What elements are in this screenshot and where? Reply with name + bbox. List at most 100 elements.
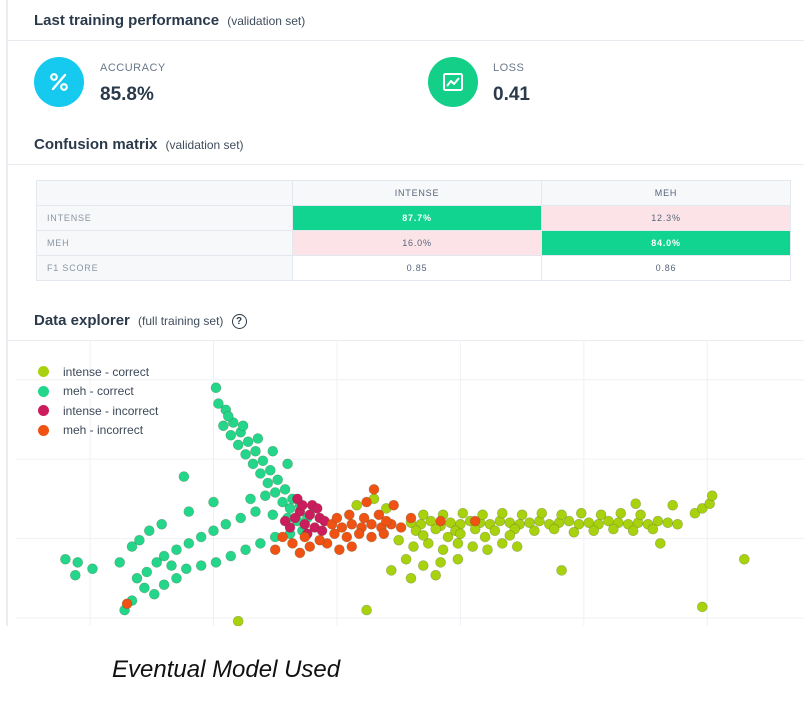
scatter-point[interactable]: [131, 573, 143, 584]
scatter-point[interactable]: [255, 538, 266, 549]
scatter-point[interactable]: [595, 509, 607, 521]
scatter-point[interactable]: [181, 563, 192, 575]
scatter-point[interactable]: [615, 507, 627, 519]
scatter-point[interactable]: [287, 538, 298, 549]
scatter-point[interactable]: [496, 538, 508, 549]
scatter-point[interactable]: [183, 506, 195, 517]
scatter-point[interactable]: [575, 507, 587, 519]
scatter-point[interactable]: [235, 512, 246, 524]
scatter-point[interactable]: [151, 557, 162, 568]
scatter-point[interactable]: [218, 420, 229, 432]
scatter-point[interactable]: [435, 515, 446, 527]
scatter-point[interactable]: [289, 512, 301, 524]
scatter-point[interactable]: [395, 522, 407, 533]
scatter-point[interactable]: [346, 541, 358, 552]
scatter-point[interactable]: [252, 433, 264, 444]
question-circle-icon[interactable]: ?: [231, 314, 247, 329]
scatter-point[interactable]: [292, 493, 303, 505]
scatter-point[interactable]: [588, 525, 600, 536]
scatter-point[interactable]: [242, 436, 254, 447]
scatter-point[interactable]: [139, 582, 150, 594]
scatter-point[interactable]: [247, 458, 259, 470]
scatter-point[interactable]: [245, 493, 256, 505]
scatter-point[interactable]: [647, 523, 659, 535]
scatter-point[interactable]: [361, 496, 372, 508]
scatter-point[interactable]: [672, 519, 683, 530]
scatter-point[interactable]: [482, 544, 493, 555]
scatter-point[interactable]: [329, 528, 340, 540]
scatter-point[interactable]: [87, 563, 98, 575]
scatter-point[interactable]: [738, 554, 750, 565]
scatter-point[interactable]: [608, 523, 619, 535]
scatter-point[interactable]: [277, 531, 288, 543]
scatter-point[interactable]: [435, 557, 446, 568]
scatter-point[interactable]: [269, 544, 281, 555]
scatter-point[interactable]: [630, 498, 642, 509]
scatter-point[interactable]: [144, 525, 155, 536]
scatter-point[interactable]: [299, 519, 311, 530]
scatter-point[interactable]: [240, 449, 251, 460]
legend-item[interactable]: intense - correct: [38, 362, 158, 382]
scatter-point[interactable]: [380, 515, 392, 527]
scatter-point[interactable]: [141, 566, 153, 578]
scatter-point[interactable]: [304, 541, 316, 552]
scatter-point[interactable]: [378, 528, 390, 540]
scatter-point[interactable]: [208, 525, 219, 536]
scatter-point[interactable]: [225, 430, 237, 441]
legend-item[interactable]: meh - incorrect: [38, 421, 158, 441]
scatter-point[interactable]: [331, 512, 343, 524]
scatter-point[interactable]: [455, 528, 466, 540]
scatter-point[interactable]: [195, 560, 207, 571]
scatter-point[interactable]: [267, 509, 279, 521]
scatter-point[interactable]: [178, 471, 190, 482]
scatter-point[interactable]: [171, 573, 182, 584]
scatter-point[interactable]: [358, 512, 370, 524]
scatter-point[interactable]: [556, 565, 567, 576]
scatter-point[interactable]: [393, 534, 405, 546]
scatter-point[interactable]: [489, 525, 501, 536]
scatter-point[interactable]: [351, 499, 363, 511]
scatter-point[interactable]: [496, 507, 508, 519]
scatter-point[interactable]: [667, 499, 679, 511]
scatter-point[interactable]: [156, 519, 167, 530]
scatter-point[interactable]: [232, 615, 244, 626]
scatter-point[interactable]: [279, 515, 291, 527]
scatter-point[interactable]: [408, 541, 419, 552]
scatter-point[interactable]: [405, 573, 417, 584]
scatter-point[interactable]: [269, 487, 281, 498]
scatter-point[interactable]: [250, 506, 261, 517]
scatter-point[interactable]: [134, 534, 145, 546]
scatter-point[interactable]: [568, 527, 580, 538]
scatter-point[interactable]: [262, 477, 274, 489]
scatter-point[interactable]: [405, 512, 417, 524]
scatter-point[interactable]: [279, 484, 291, 495]
scatter-point[interactable]: [417, 530, 429, 541]
scatter-point[interactable]: [662, 517, 674, 528]
scatter-point[interactable]: [282, 458, 293, 470]
scatter-point[interactable]: [250, 445, 261, 457]
scatter-point[interactable]: [334, 544, 345, 555]
scatter-point[interactable]: [706, 490, 718, 501]
scatter-point[interactable]: [265, 465, 276, 476]
scatter-point[interactable]: [343, 509, 355, 521]
scatter-point[interactable]: [417, 509, 429, 521]
scatter-point[interactable]: [452, 538, 464, 549]
scatter-point[interactable]: [388, 499, 400, 511]
scatter-point[interactable]: [400, 554, 412, 565]
scatter-point[interactable]: [260, 490, 271, 501]
scatter-point[interactable]: [158, 579, 170, 590]
scatter-point[interactable]: [437, 544, 449, 555]
scatter-point[interactable]: [654, 538, 666, 549]
scatter-point[interactable]: [284, 503, 296, 514]
scatter-point[interactable]: [417, 560, 429, 571]
scatter-point[interactable]: [516, 509, 528, 521]
scatter-point[interactable]: [442, 531, 454, 543]
scatter-point[interactable]: [366, 531, 377, 543]
scatter-point[interactable]: [696, 601, 708, 613]
legend-item[interactable]: meh - correct: [38, 382, 158, 402]
scatter-point[interactable]: [257, 455, 269, 467]
scatter-point[interactable]: [149, 588, 160, 600]
scatter-point[interactable]: [114, 557, 125, 568]
scatter-point[interactable]: [210, 382, 222, 394]
scatter-point[interactable]: [361, 604, 372, 616]
